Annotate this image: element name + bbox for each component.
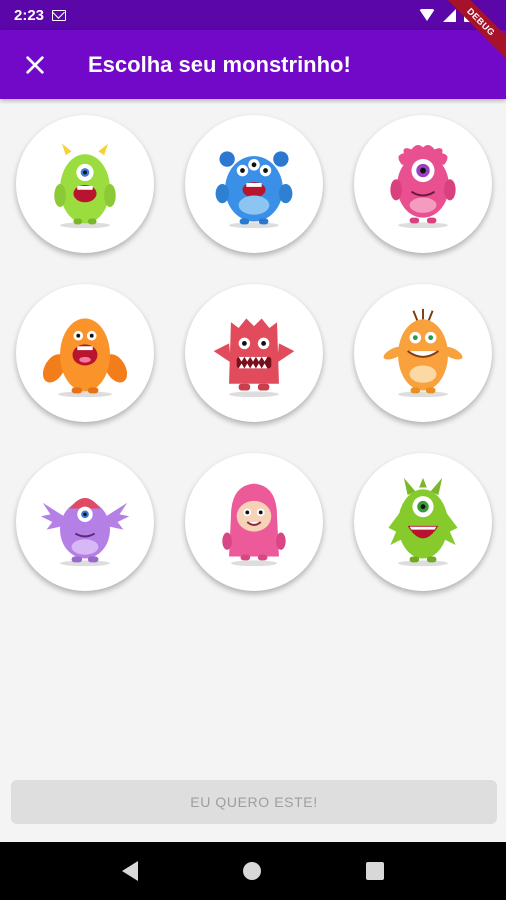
recents-icon[interactable] (365, 862, 384, 880)
status-time: 2:23 (14, 6, 45, 24)
monster-option-2[interactable] (185, 115, 323, 253)
home-icon[interactable] (242, 862, 261, 880)
monster-option-7[interactable] (16, 453, 154, 591)
monster-1-icon (54, 143, 116, 229)
monster-option-1[interactable] (16, 115, 154, 253)
monster-8-icon (222, 483, 286, 567)
mail-icon (52, 9, 67, 21)
page-title: Escolha seu monstrinho! (88, 51, 351, 77)
monster-option-8[interactable] (185, 453, 323, 591)
monster-option-9[interactable] (354, 453, 492, 591)
monster-option-5[interactable] (185, 284, 323, 422)
monster-option-3[interactable] (354, 115, 492, 253)
monster-grid (0, 99, 506, 599)
status-bar: 2:23 (0, 0, 506, 30)
close-button[interactable] (0, 30, 70, 99)
monster-7-icon (40, 498, 130, 567)
monster-3-icon (390, 145, 456, 229)
monster-5-icon (213, 318, 295, 398)
monster-option-4[interactable] (16, 284, 154, 422)
monster-4-icon (42, 318, 128, 398)
back-icon[interactable] (122, 861, 139, 881)
monster-6-icon (383, 308, 463, 398)
system-nav-bar (0, 842, 506, 900)
wifi-icon (419, 9, 435, 21)
app-bar: Escolha seu monstrinho! (0, 30, 506, 99)
signal-icon (443, 8, 456, 22)
monster-option-6[interactable] (354, 284, 492, 422)
close-icon (26, 55, 44, 74)
confirm-button[interactable]: EU QUERO ESTE! (11, 780, 497, 824)
monster-2-icon (215, 151, 293, 229)
monster-9-icon (388, 477, 458, 567)
